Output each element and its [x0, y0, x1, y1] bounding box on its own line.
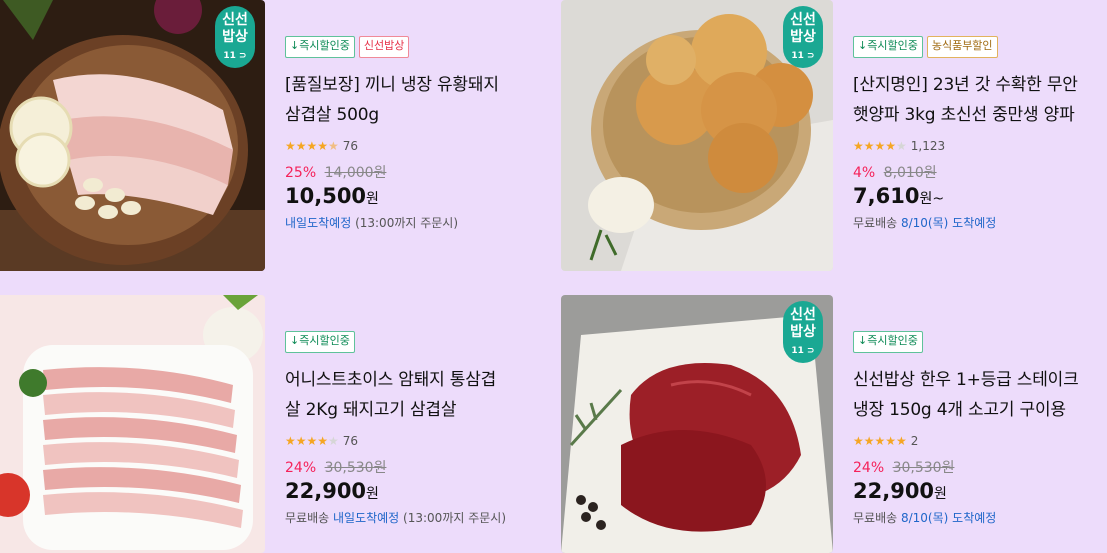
title-line: 삼겹살 500g — [285, 105, 379, 125]
logo-text: 신선 — [222, 12, 248, 28]
logo-mini: 11 ⊃ — [791, 346, 815, 356]
price-unit: 원 — [366, 191, 379, 207]
product-image[interactable]: 신선 밥상 11 ⊃ — [561, 295, 833, 553]
delivery-info: 무료배송 8/10(목) 도착예정 — [853, 214, 1107, 231]
title-line: 냉장 150g 4개 소고기 구이용 — [853, 400, 1066, 420]
discount-rate: 24% — [285, 460, 317, 476]
title-line: [품질보장] 끼니 냉장 유황돼지 — [285, 75, 499, 95]
tag-list: ↓즉시할인중 — [285, 331, 545, 353]
delivery-date: 내일도착예정 — [285, 216, 352, 230]
product-info: ↓즉시할인중 농식품부할인 [산지명인] 23년 갓 수확한 무안 햇양파 3k… — [853, 36, 1107, 231]
price-row: 25% 14,000원 — [285, 162, 545, 182]
delivery-date: 8/10(목) 도착예정 — [900, 216, 997, 230]
product-image[interactable]: 신선 밥상 11 ⊃ — [561, 0, 833, 271]
product-title[interactable]: 신선밥상 한우 1+등급 스테이크 냉장 150g 4개 소고기 구이용 — [853, 365, 1107, 425]
logo-mini: 11 ⊃ — [791, 51, 815, 61]
price-value: 10,500 — [285, 184, 367, 208]
delivery-prefix: 무료배송 — [853, 511, 901, 525]
sinseon-bapsang-logo: 신선 밥상 11 ⊃ — [215, 6, 255, 68]
agriculture-discount-tag: 농식품부할인 — [926, 36, 998, 58]
instant-discount-tag: ↓즉시할인중 — [853, 36, 923, 58]
instant-discount-tag: ↓즉시할인중 — [285, 36, 355, 58]
delivery-date: 내일도착예정 — [332, 511, 400, 525]
product-info: ↓즉시할인중 신선밥상 [품질보장] 끼니 냉장 유황돼지 삼겹살 500g ★… — [285, 36, 545, 231]
delivery-date: 8/10(목) 도착예정 — [900, 511, 997, 525]
price-row: 24% 30,530원 — [853, 457, 1107, 477]
price-unit: 원 — [934, 486, 947, 502]
rating: ★★★★★ 1,123 — [853, 138, 1107, 154]
price-value: 22,900 — [285, 479, 367, 503]
rating: ★★★★★ 76 — [285, 433, 545, 449]
title-line: 햇양파 3kg 초신선 중만생 양파 — [853, 105, 1075, 125]
price-value: 22,900 — [853, 479, 935, 503]
discount-rate: 25% — [285, 165, 317, 181]
original-price: 8,010원 — [883, 165, 937, 181]
delivery-info: 무료배송 내일도착예정 (13:00까지 주문시) — [285, 509, 545, 526]
delivery-prefix: 무료배송 — [285, 511, 333, 525]
price-row: 4% 8,010원 — [853, 162, 1107, 182]
star-rating-icon: ★★★★★ — [853, 139, 907, 153]
instant-discount-tag: ↓즉시할인중 — [285, 331, 355, 353]
sinseon-bapsang-tag: 신선밥상 — [358, 36, 410, 58]
rating: ★★★★★ 2 — [853, 433, 1107, 449]
product-image[interactable] — [0, 295, 265, 553]
final-price: 22,900원 — [853, 479, 1107, 503]
delivery-prefix: 무료배송 — [853, 216, 901, 230]
review-count: 2 — [910, 434, 919, 448]
price-unit: 원 — [366, 486, 379, 502]
review-count: 76 — [342, 434, 359, 448]
original-price: 30,530원 — [892, 460, 955, 476]
product-title[interactable]: [품질보장] 끼니 냉장 유황돼지 삼겹살 500g — [285, 70, 545, 130]
price-value: 7,610 — [853, 184, 920, 208]
logo-mini: 11 ⊃ — [223, 51, 247, 61]
delivery-note: (13:00까지 주문시) — [351, 216, 459, 230]
delivery-info: 내일도착예정 (13:00까지 주문시) — [285, 214, 545, 231]
original-price: 14,000원 — [324, 165, 387, 181]
product-info: ↓즉시할인중 신선밥상 한우 1+등급 스테이크 냉장 150g 4개 소고기 … — [853, 331, 1107, 526]
review-count: 76 — [342, 139, 359, 153]
star-rating-icon: ★★★★★ — [285, 434, 339, 448]
final-price: 22,900원 — [285, 479, 545, 503]
logo-text: 신선 — [790, 12, 816, 28]
sinseon-bapsang-logo: 신선 밥상 11 ⊃ — [783, 6, 823, 68]
review-count: 1,123 — [910, 139, 946, 153]
final-price: 7,610원~ — [853, 184, 1107, 208]
tag-list: ↓즉시할인중 신선밥상 — [285, 36, 545, 58]
title-line: 살 2Kg 돼지고기 삼겹살 — [285, 400, 457, 420]
logo-text: 밥상 — [222, 29, 248, 45]
rating: ★★★★★ 76 — [285, 138, 545, 154]
price-row: 24% 30,530원 — [285, 457, 545, 477]
final-price: 10,500원 — [285, 184, 545, 208]
discount-rate: 24% — [853, 460, 885, 476]
logo-text: 신선 — [790, 307, 816, 323]
title-line: [산지명인] 23년 갓 수확한 무안 — [853, 75, 1078, 95]
delivery-note: (13:00까지 주문시) — [399, 511, 507, 525]
product-title[interactable]: [산지명인] 23년 갓 수확한 무안 햇양파 3kg 초신선 중만생 양파 — [853, 70, 1107, 130]
star-rating-icon: ★★★★★ — [285, 139, 339, 153]
price-unit: 원~ — [919, 191, 945, 207]
instant-discount-tag: ↓즉시할인중 — [853, 331, 923, 353]
original-price: 30,530원 — [324, 460, 387, 476]
sinseon-bapsang-logo: 신선 밥상 11 ⊃ — [783, 301, 823, 363]
product-title[interactable]: 어니스트초이스 암퇘지 통삼겹 살 2Kg 돼지고기 삼겹살 — [285, 365, 545, 425]
star-rating-icon: ★★★★★ — [853, 434, 907, 448]
product-info: ↓즉시할인중 어니스트초이스 암퇘지 통삼겹 살 2Kg 돼지고기 삼겹살 ★★… — [285, 331, 545, 526]
delivery-info: 무료배송 8/10(목) 도착예정 — [853, 509, 1107, 526]
title-line: 신선밥상 한우 1+등급 스테이크 — [853, 370, 1079, 390]
logo-text: 밥상 — [790, 29, 816, 45]
logo-text: 밥상 — [790, 324, 816, 340]
tag-list: ↓즉시할인중 — [853, 331, 1107, 353]
discount-rate: 4% — [853, 165, 876, 181]
product-image[interactable]: 신선 밥상 11 ⊃ — [0, 0, 265, 271]
title-line: 어니스트초이스 암퇘지 통삼겹 — [285, 370, 497, 390]
tag-list: ↓즉시할인중 농식품부할인 — [853, 36, 1107, 58]
